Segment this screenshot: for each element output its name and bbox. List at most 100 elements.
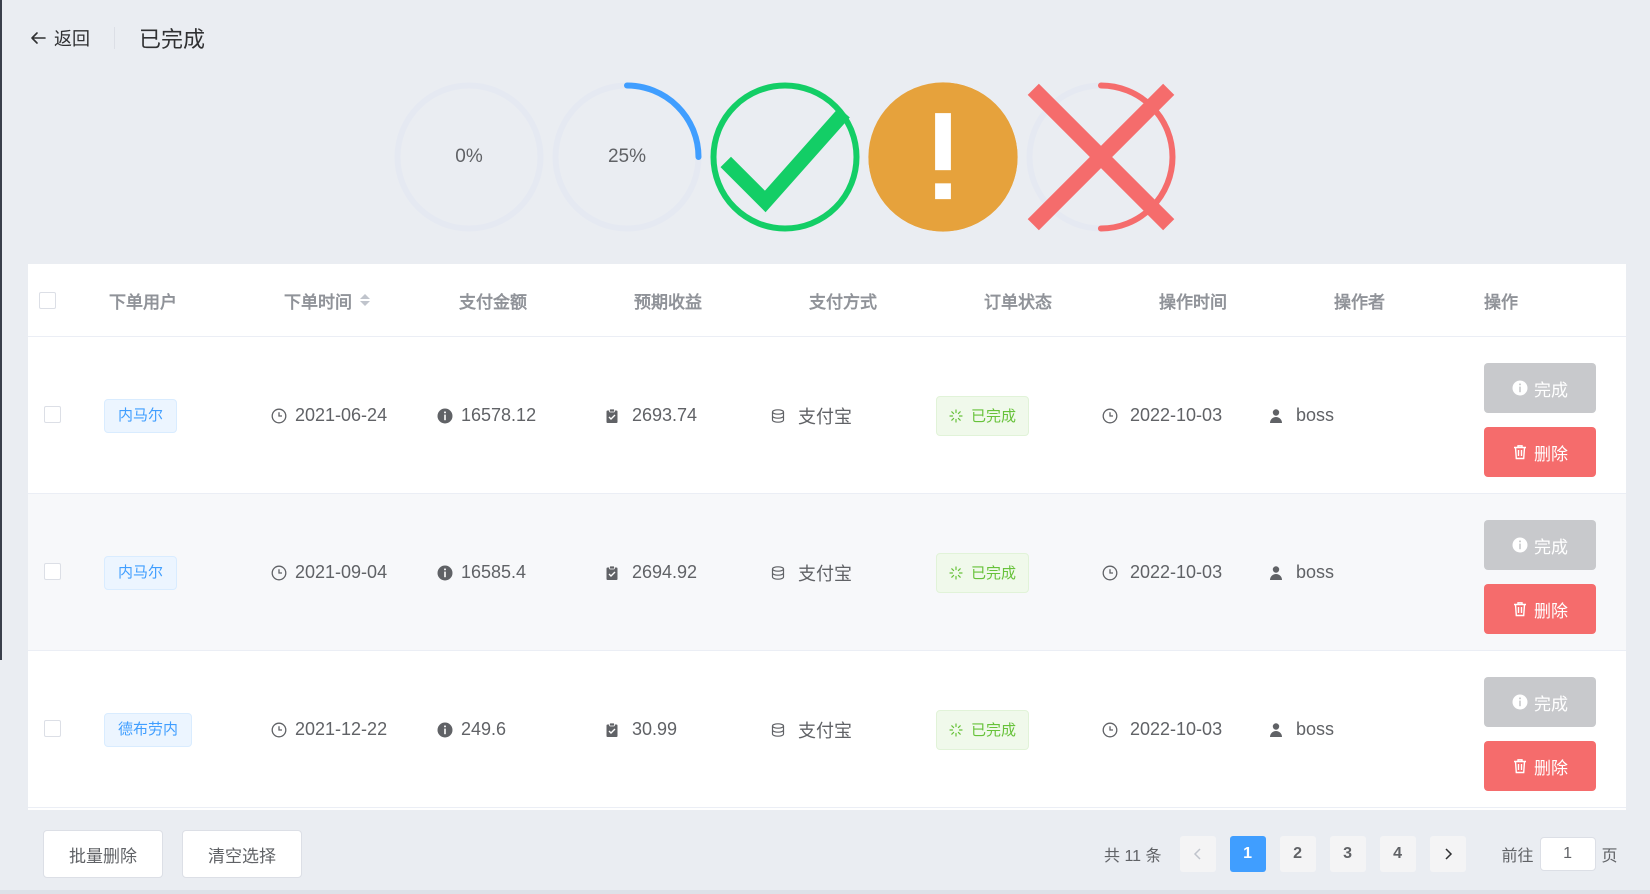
col-amount: 支付金额 [459,292,527,312]
prev-page-button[interactable] [1179,836,1216,872]
goto-prefix: 前往 [1501,848,1534,865]
row-checkbox[interactable] [44,563,61,580]
status-label: 已完成 [971,408,1017,425]
col-actions: 操作 [1484,292,1518,312]
complete-label: 完成 [1534,694,1568,714]
page-jumper: 前往 页 [1502,837,1618,871]
clock-icon [271,565,287,580]
order-time-value: 2021-06-24 [295,405,388,425]
page-3[interactable]: 3 [1329,836,1366,872]
col-pay-method: 支付方式 [809,292,877,312]
cell-income: 2693.74 [604,337,697,494]
complete-label: 完成 [1534,537,1568,557]
op-time-value: 2022-10-03 [1130,405,1223,425]
col-order-time-label: 下单时间 [284,292,352,312]
clear-selection-button[interactable]: 清空选择 [182,830,302,878]
select-all-checkbox[interactable] [39,292,56,309]
row-actions: 完成 删除 [1484,520,1596,634]
col-user: 下单用户 [109,292,177,312]
col-income: 预期收益 [634,292,702,312]
close-icon [1022,78,1180,236]
next-page-button[interactable] [1429,836,1466,872]
cell-op-time: 2022-10-03 [1102,337,1222,494]
delete-button[interactable]: 删除 [1484,741,1596,791]
back-button[interactable]: 返回 [28,25,90,51]
cell-user: 内马尔 [104,337,178,494]
col-order-time[interactable]: 下单时间 [284,288,370,313]
cell-amount: 16578.12 [437,337,536,494]
info-circle-icon [1512,380,1528,396]
coins-icon [771,408,785,423]
complete-button[interactable]: 完成 [1484,520,1596,570]
sort-caret-icon[interactable] [360,294,370,306]
row-checkbox[interactable] [44,720,61,737]
page-title: 已完成 [139,27,206,52]
progress-circle-warning [864,78,1022,236]
cell-order-time: 2021-06-24 [271,337,387,494]
coins-icon [771,565,785,580]
status-badge: 已完成 [936,552,1030,593]
coins-icon [771,722,785,737]
info-icon [437,565,453,580]
row-actions: 完成 删除 [1484,363,1596,477]
row-actions: 完成 删除 [1484,677,1596,791]
check-icon [706,78,864,236]
delete-button[interactable]: 删除 [1484,427,1596,477]
cell-status: 已完成 [936,494,1030,651]
table-body: 内马尔 2021-06-24 16578.12 2693.74 支付宝 已完成 … [28,337,1626,808]
info-circle-icon [1512,694,1528,710]
header-divider [114,27,115,49]
complete-button[interactable]: 完成 [1484,677,1596,727]
amount-value: 16578.12 [461,405,537,425]
arrow-left-icon [31,32,46,44]
complete-button[interactable]: 完成 [1484,363,1596,413]
status-badge: 已完成 [936,395,1030,436]
sidebar-edge [0,0,2,660]
trash-icon [1514,445,1526,460]
income-value: 30.99 [632,719,678,739]
delete-button[interactable]: 删除 [1484,584,1596,634]
user-tag: 内马尔 [104,398,178,433]
batch-delete-button[interactable]: 批量删除 [43,830,163,878]
op-time-value: 2022-10-03 [1130,562,1223,582]
clock-icon [271,722,287,737]
progress-circle-success [706,78,864,236]
col-op-time: 操作时间 [1159,292,1227,312]
user-icon [1270,565,1282,580]
progress-circle-exception [1022,78,1180,236]
row-checkbox[interactable] [44,406,61,423]
col-status: 订单状态 [984,292,1052,312]
amount-value: 16585.4 [461,562,527,582]
clock-icon [1102,565,1118,580]
cell-order-time: 2021-09-04 [271,494,387,651]
back-label: 返回 [54,29,90,49]
cell-user: 德布劳内 [104,651,193,808]
clipboard-check-icon [606,565,618,580]
trash-icon [1514,759,1526,774]
delete-label: 删除 [1534,444,1568,464]
pagination: 共 11 条 1 2 3 4 前往 页 [1104,836,1618,872]
trash-icon [1514,602,1526,617]
orders-table: 下单用户 下单时间 支付金额 预期收益 支付方式 订单状态 操作时间 操作者 操… [28,264,1626,810]
user-icon [1270,408,1282,423]
page-1[interactable]: 1 [1229,836,1266,872]
page-2[interactable]: 2 [1279,836,1316,872]
cell-status: 已完成 [936,651,1030,808]
progress-circle-1: 0% [390,78,548,236]
pagination-total: 共 11 条 [1104,848,1162,865]
progress-text: 25% [607,146,647,167]
cell-op-time: 2022-10-03 [1102,494,1222,651]
cell-op-time: 2022-10-03 [1102,651,1222,808]
bottom-scrollbar[interactable] [0,890,1650,894]
table-row: 德布劳内 2021-12-22 249.6 30.99 支付宝 已完成 2022… [28,651,1626,808]
operator-value: boss [1296,562,1335,582]
cell-user: 内马尔 [104,494,178,651]
status-badge: 已完成 [936,709,1030,750]
goto-page-input[interactable] [1539,837,1596,871]
progress-row: 0% 25% [390,78,1180,236]
cell-pay-method: 支付宝 [770,494,852,651]
page-4[interactable]: 4 [1379,836,1416,872]
goto-suffix: 页 [1601,848,1618,865]
order-time-value: 2021-12-22 [295,719,388,739]
clock-icon [1102,408,1118,423]
